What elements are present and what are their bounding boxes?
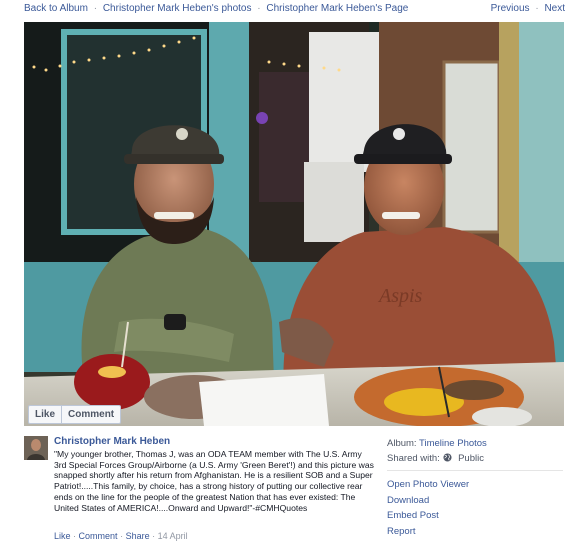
back-to-album-link[interactable]: Back to Album xyxy=(24,3,88,14)
next-link[interactable]: Next xyxy=(544,3,565,14)
avatar-image xyxy=(24,436,48,460)
separator: · xyxy=(93,3,98,14)
post-like-link[interactable]: Like xyxy=(54,531,71,541)
post-share-link[interactable]: Share xyxy=(126,531,150,541)
photo-info-panel: Album: Timeline Photos Shared with: Publ… xyxy=(387,436,567,539)
album-row: Album: Timeline Photos xyxy=(387,436,567,451)
post-body: Christopher Mark Heben "My younger broth… xyxy=(54,436,374,513)
breadcrumb: Back to Album · Christopher Mark Heben's… xyxy=(24,0,408,18)
photo-navigation-bar: Back to Album · Christopher Mark Heben's… xyxy=(0,0,577,18)
user-page-link[interactable]: Christopher Mark Heben's Page xyxy=(266,3,408,14)
post-text: "My younger brother, Thomas J, was an OD… xyxy=(54,449,374,513)
separator: · xyxy=(152,531,156,541)
main-photo[interactable]: Aspis xyxy=(24,22,564,426)
download-link[interactable]: Download xyxy=(387,493,567,509)
svg-text:Aspis: Aspis xyxy=(377,285,423,307)
post-date[interactable]: 14 April xyxy=(158,531,188,541)
shared-with-row: Shared with: Public xyxy=(387,451,567,466)
avatar[interactable] xyxy=(24,436,48,460)
album-label: Album: xyxy=(387,438,417,449)
separator: · xyxy=(73,531,77,541)
photo-action-bar: Like Comment xyxy=(28,405,122,424)
shared-with-label: Shared with: xyxy=(387,453,440,464)
post-meta: Like · Comment · Share · 14 April xyxy=(54,531,188,541)
separator: · xyxy=(535,3,539,14)
user-photos-link[interactable]: Christopher Mark Heben's photos xyxy=(103,3,252,14)
privacy-value[interactable]: Public xyxy=(458,453,484,464)
photo-like-button[interactable]: Like xyxy=(29,406,61,423)
globe-icon xyxy=(443,453,453,462)
divider xyxy=(387,470,563,471)
photo-comment-button[interactable]: Comment xyxy=(61,406,120,423)
pager: Previous · Next xyxy=(491,0,565,18)
photo-image: Aspis xyxy=(24,22,564,426)
separator: · xyxy=(120,531,124,541)
previous-link[interactable]: Previous xyxy=(491,3,530,14)
album-link[interactable]: Timeline Photos xyxy=(419,438,487,449)
post-author-link[interactable]: Christopher Mark Heben xyxy=(54,436,374,448)
embed-post-link[interactable]: Embed Post xyxy=(387,508,567,524)
report-link[interactable]: Report xyxy=(387,524,567,540)
separator: · xyxy=(257,3,261,14)
open-photo-viewer-link[interactable]: Open Photo Viewer xyxy=(387,477,567,493)
post-comment-link[interactable]: Comment xyxy=(79,531,118,541)
